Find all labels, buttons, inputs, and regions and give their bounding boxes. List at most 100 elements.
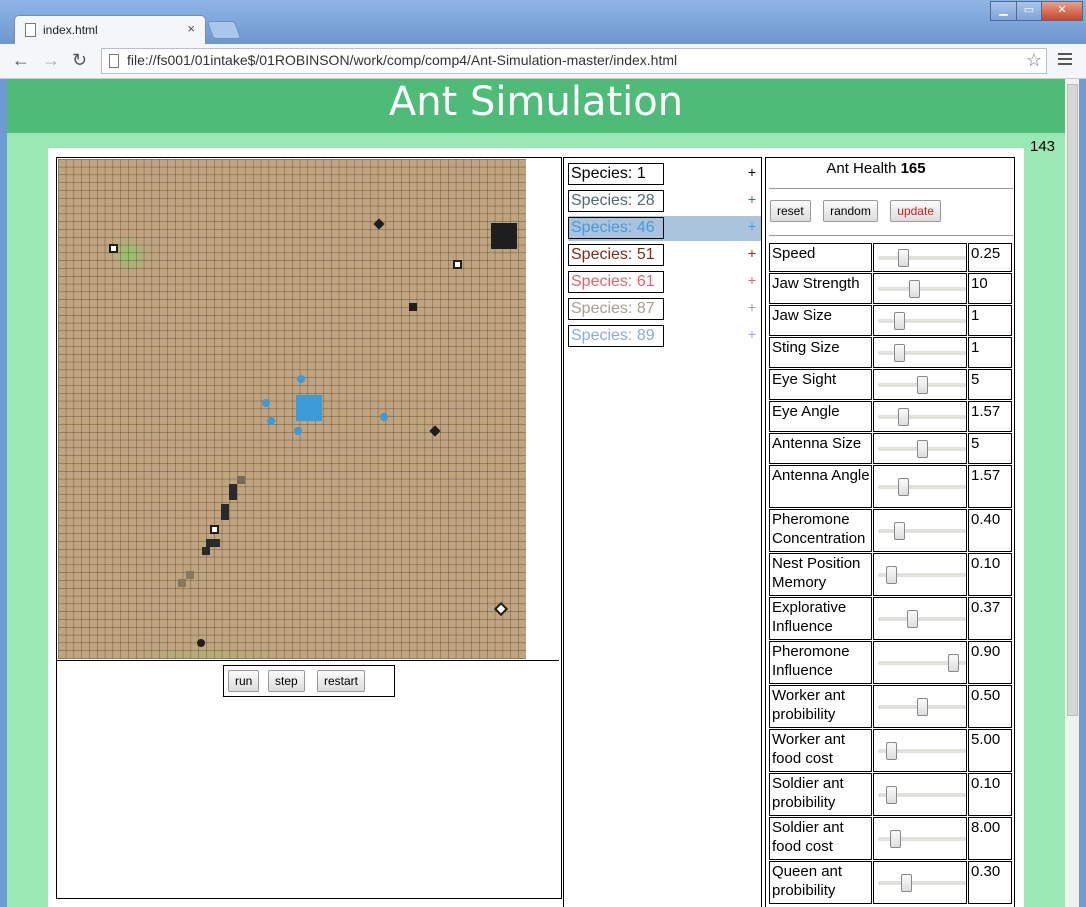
species-label[interactable]: Species: 87: [568, 298, 664, 320]
param-value[interactable]: 1.57: [968, 465, 1012, 508]
param-value[interactable]: 5: [968, 433, 1012, 464]
update-button[interactable]: update: [890, 200, 941, 222]
species-item[interactable]: Species: 89 +: [568, 324, 761, 349]
param-slider[interactable]: [873, 729, 967, 772]
param-value[interactable]: 0.10: [968, 773, 1012, 816]
run-button[interactable]: run: [228, 670, 260, 692]
species-item[interactable]: Species: 87 +: [568, 297, 761, 322]
param-value[interactable]: 0.37: [968, 597, 1012, 640]
slider-handle[interactable]: [897, 248, 909, 267]
add-species-icon[interactable]: +: [748, 218, 756, 234]
species-label[interactable]: Species: 28: [568, 190, 664, 212]
species-label[interactable]: Species: 46: [568, 217, 664, 239]
add-species-icon[interactable]: +: [748, 299, 756, 315]
species-label[interactable]: Species: 61: [568, 271, 664, 293]
slider-handle[interactable]: [885, 741, 897, 760]
param-slider[interactable]: [873, 305, 967, 336]
param-value[interactable]: 0.25: [968, 243, 1012, 272]
add-species-icon[interactable]: +: [748, 326, 756, 342]
param-slider[interactable]: [873, 433, 967, 464]
param-value[interactable]: 5.00: [968, 729, 1012, 772]
species-label[interactable]: Species: 51: [568, 244, 664, 266]
param-value[interactable]: 10: [968, 273, 1012, 304]
param-value[interactable]: 0.10: [968, 553, 1012, 596]
restart-button[interactable]: restart: [317, 670, 366, 692]
slider-track[interactable]: [878, 255, 966, 260]
param-value[interactable]: 1.57: [968, 401, 1012, 432]
species-item[interactable]: Species: 61 +: [568, 270, 761, 295]
slider-track[interactable]: [878, 286, 966, 291]
param-slider[interactable]: [873, 641, 967, 684]
param-slider[interactable]: [873, 465, 967, 508]
param-value[interactable]: 0.30: [968, 861, 1012, 904]
param-slider[interactable]: [873, 337, 967, 368]
param-slider[interactable]: [873, 273, 967, 304]
slider-handle[interactable]: [948, 653, 960, 672]
slider-handle[interactable]: [897, 477, 909, 496]
forward-icon[interactable]: →: [42, 50, 60, 71]
param-slider[interactable]: [873, 553, 967, 596]
minimize-button[interactable]: ▁: [990, 1, 1017, 21]
param-slider[interactable]: [873, 509, 967, 552]
slider-handle[interactable]: [885, 565, 897, 584]
param-value[interactable]: 1: [968, 337, 1012, 368]
species-item[interactable]: Species: 46 +: [568, 216, 761, 241]
param-slider[interactable]: [873, 401, 967, 432]
slider-track[interactable]: [878, 414, 966, 419]
random-button[interactable]: random: [823, 200, 878, 222]
param-value[interactable]: 0.50: [968, 685, 1012, 728]
param-slider[interactable]: [873, 369, 967, 400]
param-value[interactable]: 1: [968, 305, 1012, 336]
slider-track[interactable]: [878, 616, 966, 621]
step-button[interactable]: step: [268, 670, 305, 692]
param-value[interactable]: 0.90: [968, 641, 1012, 684]
slider-track[interactable]: [878, 350, 966, 355]
slider-handle[interactable]: [893, 521, 905, 540]
param-slider[interactable]: [873, 243, 967, 272]
browser-tab[interactable]: index.html ×: [14, 15, 206, 45]
reload-icon[interactable]: ↻: [72, 50, 87, 71]
slider-handle[interactable]: [917, 439, 928, 458]
slider-track[interactable]: [878, 318, 966, 323]
add-species-icon[interactable]: +: [748, 164, 756, 180]
slider-handle[interactable]: [901, 873, 913, 892]
slider-handle[interactable]: [909, 279, 921, 298]
add-species-icon[interactable]: +: [748, 272, 756, 288]
slider-track[interactable]: [878, 880, 966, 885]
slider-handle[interactable]: [890, 829, 902, 848]
reset-button[interactable]: reset: [770, 200, 811, 222]
param-value[interactable]: 5: [968, 369, 1012, 400]
param-value[interactable]: 8.00: [968, 817, 1012, 860]
slider-track[interactable]: [878, 484, 966, 489]
param-value[interactable]: 0.40: [968, 509, 1012, 552]
species-item[interactable]: Species: 1 +: [568, 162, 761, 187]
slider-handle[interactable]: [917, 697, 928, 716]
maximize-button[interactable]: ▭: [1016, 1, 1042, 21]
slider-handle[interactable]: [897, 407, 909, 426]
species-label[interactable]: Species: 1: [568, 163, 664, 185]
slider-handle[interactable]: [906, 609, 918, 628]
slider-track[interactable]: [878, 528, 966, 533]
param-slider[interactable]: [873, 685, 967, 728]
slider-handle[interactable]: [893, 343, 905, 362]
scrollbar-thumb[interactable]: [1067, 84, 1078, 716]
param-slider[interactable]: [873, 773, 967, 816]
page-scrollbar[interactable]: [1065, 79, 1079, 907]
menu-icon[interactable]: [1058, 53, 1072, 68]
species-item[interactable]: Species: 28 +: [568, 189, 761, 214]
world-grid[interactable]: [58, 159, 526, 659]
species-item[interactable]: Species: 51 +: [568, 243, 761, 268]
tab-close-icon[interactable]: ×: [187, 21, 195, 36]
slider-handle[interactable]: [885, 785, 897, 804]
address-bar[interactable]: file://fs001/01intake$/01ROBINSON/work/c…: [101, 48, 1047, 74]
param-slider[interactable]: [873, 817, 967, 860]
simulation-canvas[interactable]: [57, 158, 559, 661]
add-species-icon[interactable]: +: [748, 245, 756, 261]
slider-handle[interactable]: [893, 311, 905, 330]
new-tab-button[interactable]: [206, 21, 242, 39]
close-window-button[interactable]: ✕: [1041, 1, 1083, 21]
param-slider[interactable]: [873, 861, 967, 904]
back-icon[interactable]: ←: [12, 50, 30, 71]
species-label[interactable]: Species: 89: [568, 325, 664, 347]
slider-handle[interactable]: [917, 375, 928, 394]
